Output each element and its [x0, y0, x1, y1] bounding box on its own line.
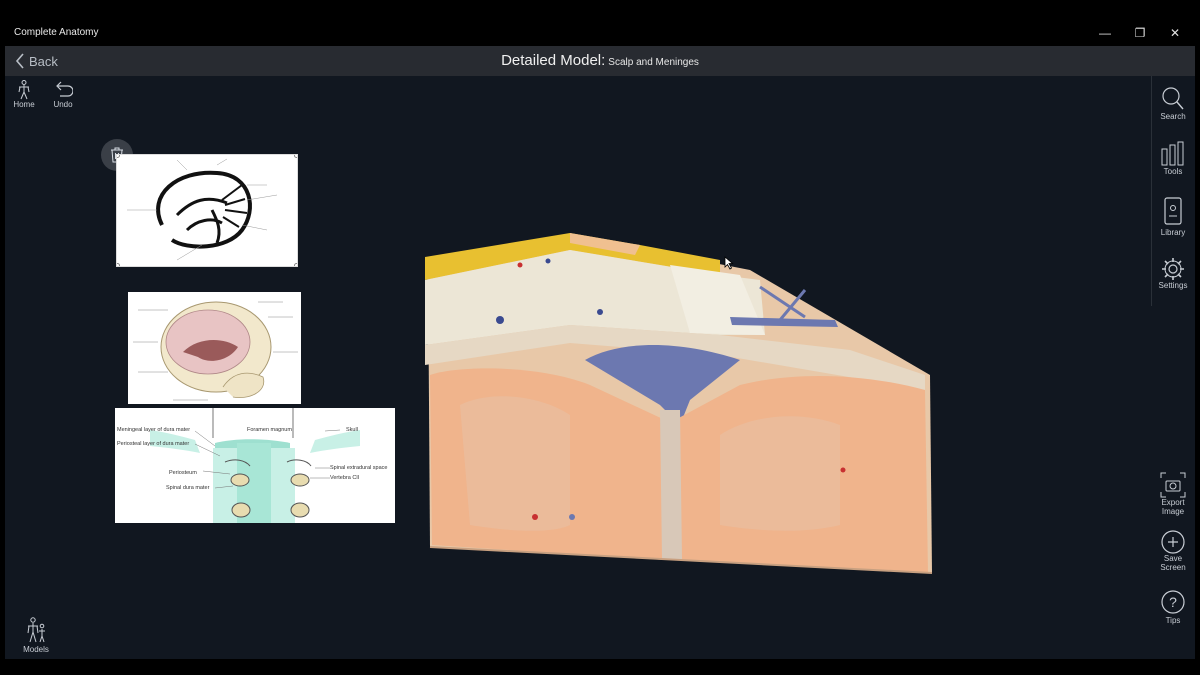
label-foramen: Foramen magnum — [247, 427, 292, 433]
settings-label: Settings — [1158, 281, 1188, 290]
search-icon — [1162, 87, 1184, 110]
export-label-1: Export — [1161, 498, 1185, 507]
tools-button[interactable]: Tools — [1155, 141, 1191, 176]
book-icon — [1164, 197, 1182, 225]
tips-button[interactable]: ? Tips — [1152, 590, 1194, 625]
label-spinal-dura: Spinal dura mater — [166, 485, 210, 491]
label-meningeal: Meningeal layer of dura mater — [117, 427, 190, 433]
page-title: Detailed Model: Scalp and Meninges — [5, 52, 1195, 70]
models-label: Models — [23, 645, 49, 654]
resize-handle-tr[interactable] — [294, 155, 297, 158]
human-figure-icon — [18, 80, 30, 100]
plus-circle-icon — [1161, 530, 1185, 554]
label-vertebra: Vertebra CII — [330, 475, 360, 481]
gear-icon — [1162, 258, 1184, 280]
undo-button[interactable]: Undo — [48, 80, 78, 109]
undo-label: Undo — [53, 100, 73, 109]
label-periosteum: Periosteum — [169, 470, 197, 476]
bottom-bar — [0, 659, 1200, 675]
tools-icon — [1161, 141, 1184, 166]
people-icon — [27, 617, 45, 643]
title-bar: Complete Anatomy — ❐ ✕ — [0, 0, 1200, 46]
library-label: Library — [1160, 228, 1186, 237]
resize-handle-br[interactable] — [294, 263, 297, 266]
models-button[interactable]: Models — [20, 617, 52, 654]
settings-button[interactable]: Settings — [1155, 257, 1191, 290]
export-image-button[interactable]: Export Image — [1152, 472, 1194, 516]
reference-image-skull[interactable] — [128, 292, 301, 404]
save-screen-button[interactable]: Save Screen — [1152, 530, 1194, 572]
spinal-diagram: Meningeal layer of dura mater Periosteal… — [117, 408, 387, 523]
close-button[interactable]: ✕ — [1158, 24, 1192, 42]
skull-diagram — [133, 301, 298, 401]
help-icon: ? — [1161, 590, 1185, 614]
restore-button[interactable]: ❐ — [1123, 24, 1157, 42]
export-label-2: Image — [1161, 507, 1185, 516]
tips-label: Tips — [1165, 616, 1181, 625]
save-label-2: Screen — [1160, 563, 1186, 572]
minimize-button[interactable]: — — [1088, 24, 1122, 42]
home-label: Home — [13, 100, 35, 109]
arteries-diagram — [127, 158, 278, 261]
page-title-sub: Scalp and Meninges — [608, 57, 699, 68]
undo-icon — [56, 81, 73, 97]
app-title: Complete Anatomy — [14, 27, 99, 38]
resize-handle-bl[interactable] — [117, 263, 120, 266]
tools-label: Tools — [1163, 167, 1183, 176]
label-extradural: Spinal extradural space — [330, 465, 387, 471]
camera-icon — [1160, 472, 1186, 498]
label-skull: Skull — [346, 427, 358, 433]
mouse-pointer-icon — [724, 256, 734, 270]
library-button[interactable]: Library — [1155, 196, 1191, 237]
page-title-main: Detailed Model: — [501, 52, 606, 69]
search-button[interactable]: Search — [1155, 86, 1191, 121]
header-bar: Back Detailed Model: Scalp and Meninges — [5, 46, 1195, 76]
reference-image-spinal[interactable]: Meningeal layer of dura mater Periosteal… — [115, 408, 395, 523]
label-periosteal: Periosteal layer of dura mater — [117, 441, 189, 447]
reference-image-arteries[interactable] — [116, 154, 298, 267]
home-button[interactable]: Home — [10, 80, 38, 109]
scalp-meninges-model[interactable] — [420, 225, 940, 580]
svg-text:?: ? — [1169, 594, 1177, 610]
search-label: Search — [1160, 112, 1186, 121]
save-label-1: Save — [1163, 554, 1183, 563]
